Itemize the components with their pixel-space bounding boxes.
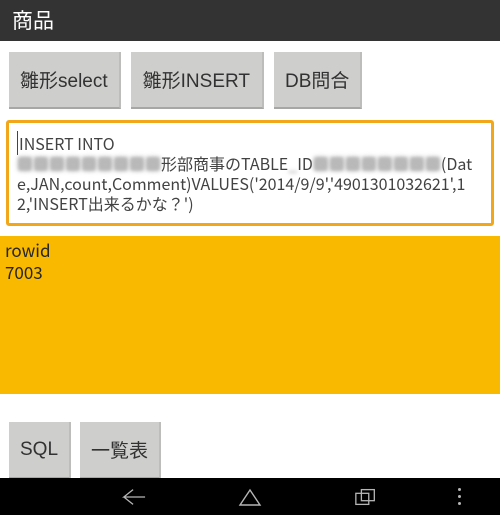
result-panel: rowid 7003 xyxy=(0,236,500,394)
android-navbar xyxy=(0,478,500,515)
home-icon[interactable] xyxy=(238,485,262,509)
toolbar: 雛形select 雛形INSERT DB問合 xyxy=(0,41,500,120)
dot-icon xyxy=(458,495,461,498)
db-query-button[interactable]: DB問合 xyxy=(274,52,362,109)
dot-icon xyxy=(458,502,461,505)
template-insert-button[interactable]: 雛形INSERT xyxy=(131,52,264,109)
app-titlebar: 商品 xyxy=(0,0,500,41)
result-row: 7003 xyxy=(5,261,495,283)
result-header: rowid xyxy=(5,239,495,261)
menu-icon[interactable] xyxy=(441,478,478,515)
back-icon[interactable] xyxy=(122,485,146,509)
dot-icon xyxy=(458,488,461,491)
template-select-button[interactable]: 雛形select xyxy=(9,52,121,109)
sql-input-container: INSERT INTO ■■■■■■■■■形部商事のTABLE_ID■■■■■■… xyxy=(0,120,500,226)
recents-icon[interactable] xyxy=(354,485,378,509)
sql-input[interactable]: INSERT INTO ■■■■■■■■■形部商事のTABLE_ID■■■■■■… xyxy=(6,120,494,226)
sql-button[interactable]: SQL xyxy=(9,422,71,479)
list-button[interactable]: 一覧表 xyxy=(80,422,161,479)
app-title: 商品 xyxy=(12,5,54,35)
